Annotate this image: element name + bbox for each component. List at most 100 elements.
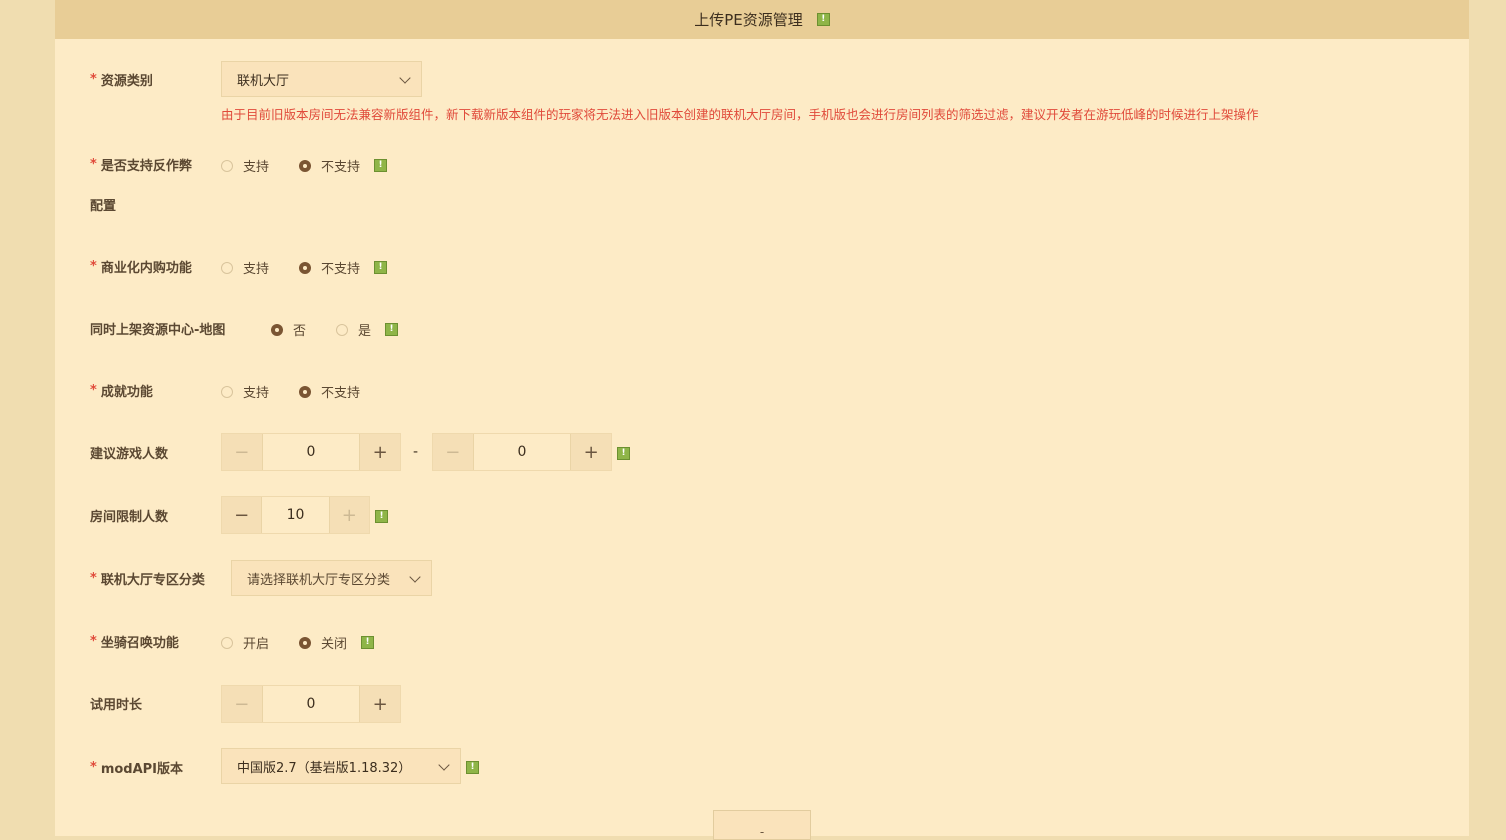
anti-cheat-option-support[interactable]: 支持 — [221, 156, 269, 175]
trial-stepper[interactable]: − 0 + — [221, 685, 401, 723]
radio-label: 开启 — [243, 637, 270, 652]
players-min-value[interactable]: 0 — [261, 434, 361, 470]
anti-cheat-option-unsupport[interactable]: 不支持 — [299, 156, 360, 175]
minus-icon[interactable]: − — [222, 686, 262, 722]
modapi-value: 中国版2.7（基岩版1.18.32） — [237, 760, 412, 776]
required-mark: * — [90, 760, 97, 775]
room-limit-label: 房间限制人数 — [90, 510, 169, 525]
help-icon[interactable]: ! — [361, 636, 375, 649]
main-panel: 上传PE资源管理 ! * 资源类别 联机大厅 由于目前旧版本房间无法兼容新版组件… — [55, 0, 1469, 840]
radio-icon — [221, 261, 233, 274]
minus-icon[interactable]: − — [433, 434, 473, 470]
trial-value[interactable]: 0 — [261, 686, 361, 722]
minus-icon[interactable]: − — [222, 497, 262, 533]
radio-label: 支持 — [243, 386, 270, 401]
radio-label: 支持 — [243, 262, 270, 277]
plus-icon[interactable]: + — [360, 686, 400, 722]
mount-option-off[interactable]: 关闭 — [299, 633, 347, 652]
lobby-category-label: 联机大厅专区分类 — [100, 573, 205, 588]
achievement-option-unsupport[interactable]: 不支持 — [299, 382, 360, 401]
lobby-category-row: * 联机大厅专区分类 — [90, 569, 205, 588]
radio-label: 支持 — [243, 160, 270, 175]
radio-icon — [221, 636, 233, 649]
mount-radios: 开启 关闭 ! — [221, 633, 375, 652]
resource-type-warning: 由于目前旧版本房间无法兼容新版组件，新下载新版本组件的玩家将无法进入旧版本创建的… — [221, 107, 1259, 122]
radio-label: 是 — [358, 324, 372, 339]
help-icon[interactable]: ! — [374, 159, 388, 172]
radio-label: 否 — [293, 324, 307, 339]
radio-label: 不支持 — [321, 160, 361, 175]
radio-selected-icon — [299, 385, 312, 398]
chevron-down-icon — [438, 759, 450, 771]
achievement-option-support[interactable]: 支持 — [221, 382, 269, 401]
range-separator: - — [413, 444, 419, 460]
radio-selected-icon — [299, 636, 312, 649]
required-mark: * — [90, 634, 97, 649]
help-icon[interactable]: ! — [385, 323, 399, 336]
config-row: 配置 — [90, 195, 116, 214]
minus-icon[interactable]: − — [222, 434, 262, 470]
iap-radios: 支持 不支持 ! — [221, 258, 388, 277]
chevron-down-icon — [399, 72, 411, 84]
resource-type-label: 资源类别 — [100, 74, 153, 89]
required-mark: * — [90, 259, 97, 274]
achievement-label: 成就功能 — [100, 385, 153, 400]
modapi-row: * modAPI版本 — [90, 758, 183, 777]
help-icon[interactable]: ! — [466, 761, 479, 774]
chevron-down-icon — [409, 571, 421, 583]
list-map-option-no[interactable]: 否 — [271, 320, 306, 339]
config-label: 配置 — [90, 199, 117, 214]
radio-icon — [221, 385, 233, 398]
required-mark: * — [90, 571, 97, 586]
radio-icon — [221, 159, 233, 172]
resource-type-select[interactable]: 联机大厅 — [221, 61, 422, 97]
plus-icon[interactable]: + — [360, 434, 400, 470]
achievement-radios: 支持 不支持 — [221, 382, 390, 401]
achievement-row: * 成就功能 — [90, 381, 153, 400]
iap-option-support[interactable]: 支持 — [221, 258, 269, 277]
players-max-stepper[interactable]: − 0 + — [432, 433, 612, 471]
list-map-option-yes[interactable]: 是 — [336, 320, 371, 339]
players-label: 建议游戏人数 — [90, 447, 169, 462]
list-map-row: 同时上架资源中心-地图 — [90, 319, 225, 338]
help-icon[interactable]: ! — [375, 510, 388, 523]
required-mark: * — [90, 157, 97, 172]
mount-row: * 坐骑召唤功能 — [90, 632, 179, 651]
list-map-label: 同时上架资源中心-地图 — [90, 323, 226, 338]
anti-cheat-radios: 支持 不支持 ! — [221, 156, 388, 175]
help-icon[interactable]: ! — [374, 261, 388, 274]
players-max-value[interactable]: 0 — [472, 434, 572, 470]
page-header: 上传PE资源管理 ! — [55, 0, 1469, 39]
room-limit-row: 房间限制人数 — [90, 506, 168, 525]
anti-cheat-row: * 是否支持反作弊 — [90, 155, 192, 174]
radio-icon — [336, 323, 349, 336]
help-icon[interactable]: ! — [816, 13, 830, 26]
room-limit-value[interactable]: 10 — [261, 497, 330, 533]
list-map-radios: 否 是 ! — [271, 320, 399, 339]
modapi-select[interactable]: 中国版2.7（基岩版1.18.32） — [221, 748, 461, 784]
room-limit-stepper[interactable]: − 10 + — [221, 496, 370, 534]
required-mark: * — [90, 72, 97, 87]
resource-type-row: * 资源类别 — [90, 70, 153, 89]
help-icon[interactable]: ! — [617, 447, 630, 460]
radio-label: 关闭 — [321, 637, 348, 652]
radio-selected-icon — [271, 323, 283, 336]
plus-icon[interactable]: + — [329, 497, 369, 533]
trial-label: 试用时长 — [90, 698, 143, 713]
anti-cheat-label: 是否支持反作弊 — [100, 159, 192, 174]
radio-label: 不支持 — [321, 386, 361, 401]
modapi-label: modAPI版本 — [100, 762, 184, 777]
mount-label: 坐骑召唤功能 — [100, 636, 179, 651]
page-title: 上传PE资源管理 — [694, 11, 803, 29]
radio-selected-icon — [299, 261, 312, 274]
mount-option-on[interactable]: 开启 — [221, 633, 269, 652]
submit-button-label: - — [759, 825, 765, 839]
lobby-category-select[interactable]: 请选择联机大厅专区分类 — [231, 560, 432, 596]
players-min-stepper[interactable]: − 0 + — [221, 433, 401, 471]
iap-option-unsupport[interactable]: 不支持 — [299, 258, 360, 277]
radio-label: 不支持 — [321, 262, 361, 277]
iap-label: 商业化内购功能 — [100, 261, 192, 276]
required-mark: * — [90, 383, 97, 398]
plus-icon[interactable]: + — [571, 434, 611, 470]
iap-row: * 商业化内购功能 — [90, 257, 192, 276]
